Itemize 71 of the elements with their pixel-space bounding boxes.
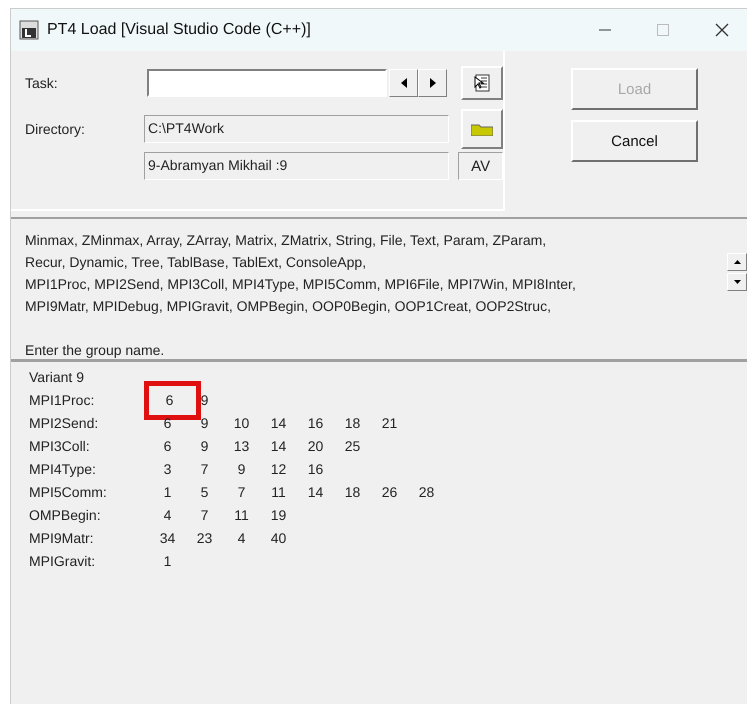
task-number: 14 [270,414,288,433]
task-number: 11 [270,483,287,502]
task-number: 4 [236,529,246,548]
group-list-line: Recur, Dynamic, Tree, TablBase, TablExt, ConsoleApp, [25,253,368,272]
directory-field: C:\PT4Work [144,115,450,143]
task-number: 10 [232,414,250,433]
group-name: OMPBegin: [29,506,102,525]
student-initials: AV [458,152,503,180]
task-number: 9 [236,460,246,479]
dialog-button[interactable]: Cancel [571,120,698,162]
left-triangle-icon [400,78,407,88]
next-button[interactable] [418,69,448,97]
app-icon [19,20,39,40]
task-number: 1 [162,483,172,502]
task-number: 34 [158,529,176,548]
task-number: 21 [380,414,398,433]
variant-title: Variant 9 [29,368,85,387]
hint-text: Enter the group name. [25,341,166,360]
folder-button[interactable] [461,109,503,149]
task-number: 23 [196,529,214,548]
task-number: 28 [418,483,436,502]
task-number: 7 [236,483,246,502]
task-number: 20 [306,437,324,456]
task-list-button[interactable] [461,66,503,100]
scroll-down-button[interactable] [727,273,747,291]
up-triangle-icon [734,260,740,264]
task-number: 4 [162,506,172,525]
task-number: 16 [306,414,324,433]
group-name: MPIGravit: [29,552,96,571]
student-field: 9-Abramyan Mikhail :9 [144,152,450,180]
right-triangle-icon [430,78,436,88]
task-field[interactable] [147,69,388,97]
task-number: 3 [162,460,172,479]
group-name: MPI1Proc: [29,391,96,410]
down-triangle-icon [734,280,740,284]
group-name: MPI4Type: [29,460,97,479]
group-list-line: MPI1Proc, MPI2Send, MPI3Coll, MPI4Type, MPI5Comm, MPI6File, MPI7Win, MPI8Inter, [25,275,577,294]
task-number: 18 [344,414,362,433]
task-number: 14 [306,483,324,502]
group-name: MPI9Matr: [29,529,95,548]
task-number: 26 [380,483,398,502]
task-number: 18 [344,483,362,502]
task-label: Task: [25,75,59,91]
task-number: 13 [232,437,250,456]
folder-icon [471,122,494,136]
list-pointer-icon [473,74,492,92]
task-number: 11 [233,506,250,525]
task-number: 5 [200,483,210,502]
task-number: 12 [270,460,288,479]
task-number: 7 [200,506,210,525]
task-number: 16 [306,460,324,479]
close-icon[interactable] [715,23,729,37]
window-title: PT4 Load [Visual Studio Code (C++)] [47,21,311,39]
task-number: 7 [200,460,210,479]
task-number: 9 [200,391,210,410]
previous-button[interactable] [389,69,418,97]
task-number: 19 [270,506,288,525]
scroll-up-button[interactable] [727,253,747,271]
group-name: MPI3Coll: [29,437,91,456]
task-number: 1 [162,552,172,571]
group-list-line: Minmax, ZMinmax, Array, ZArray, Matrix, ZMatrix, String, File, Text, Param, ZParam, [25,231,548,250]
task-number: 6 [162,437,172,456]
group-name: MPI2Send: [29,414,100,433]
task-number: 14 [270,437,288,456]
task-number: 9 [200,414,210,433]
task-number: 9 [200,437,210,456]
task-number: 40 [270,529,288,548]
group-list-line: MPI9Matr, MPIDebug, MPIGravit, OMPBegin, OOP0Begin, OOP1Creat, OOP2Struc, [25,297,552,316]
task-number: 25 [344,437,362,456]
group-name: MPI5Comm: [29,483,108,502]
directory-label: Directory: [25,121,86,137]
